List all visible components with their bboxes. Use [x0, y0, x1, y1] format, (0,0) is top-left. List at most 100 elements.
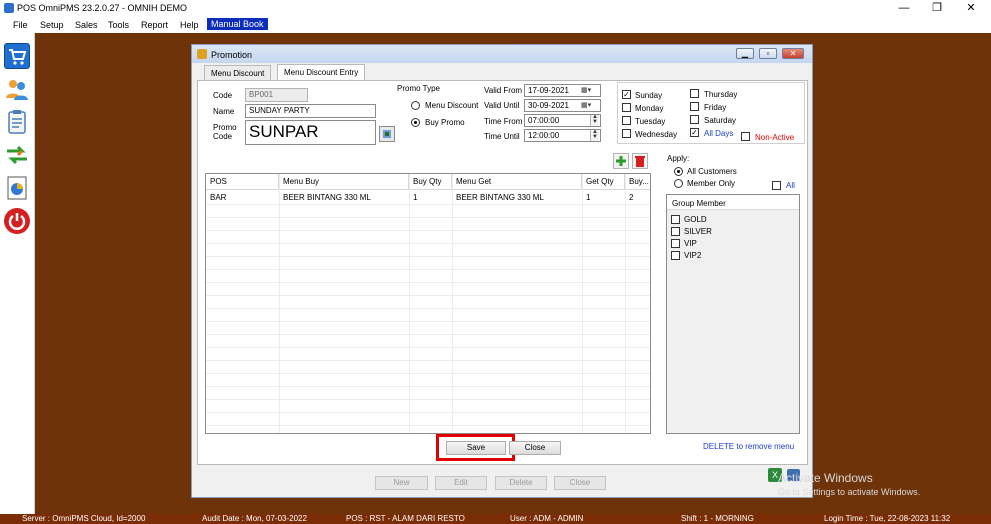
tuesday-checkbox[interactable] — [622, 116, 631, 125]
edit-button[interactable]: Edit — [435, 476, 487, 490]
cart-icon[interactable] — [4, 43, 30, 69]
menu-manual-book[interactable]: Manual Book — [207, 18, 268, 30]
tab-menu-discount[interactable]: Menu Discount — [204, 65, 272, 80]
menu-help[interactable]: Help — [180, 19, 199, 31]
group-silver-label[interactable]: SILVER — [684, 227, 712, 236]
friday-label[interactable]: Friday — [704, 103, 726, 112]
delete-button[interactable]: Delete — [495, 476, 547, 490]
grid-cell[interactable]: 1 — [582, 191, 594, 204]
status-shift: Shift : 1 - MORNING — [681, 514, 754, 523]
non-active-checkbox[interactable] — [741, 132, 750, 141]
col-header-pos[interactable]: POS — [206, 174, 279, 190]
transfer-arrows-icon[interactable] — [4, 142, 30, 168]
grid-divider — [206, 399, 650, 400]
grid-divider — [206, 217, 650, 218]
wednesday-checkbox[interactable] — [622, 129, 631, 138]
grid-cell[interactable]: BAR — [206, 191, 230, 204]
col-header-buy-qty[interactable]: Buy Qty — [409, 174, 452, 190]
grid-cell[interactable]: 1 — [409, 191, 421, 204]
time-from-spinner[interactable]: ▲ ▼ — [590, 114, 599, 126]
group-silver-checkbox[interactable] — [671, 227, 680, 236]
group-gold-checkbox[interactable] — [671, 215, 680, 224]
close-dialog-button[interactable]: Close — [554, 476, 606, 490]
group-vip2-label[interactable]: VIP2 — [684, 251, 701, 260]
promo-type-menu-discount-radio[interactable] — [411, 101, 420, 110]
group-gold-label[interactable]: GOLD — [684, 215, 707, 224]
dialog-maximize-button[interactable]: ▫ — [759, 48, 777, 59]
promo-type-buy-promo-label[interactable]: Buy Promo — [425, 118, 465, 127]
group-vip2-checkbox[interactable] — [671, 251, 680, 260]
power-icon[interactable] — [4, 208, 30, 234]
name-field[interactable]: SUNDAY PARTY — [245, 104, 376, 118]
promo-code-field[interactable]: SUNPAR — [245, 120, 376, 145]
menu-sales[interactable]: Sales — [75, 19, 98, 31]
friday-checkbox[interactable] — [690, 102, 699, 111]
dialog-minimize-button[interactable]: ▁ — [736, 48, 754, 59]
apply-all-customers-radio[interactable] — [674, 167, 683, 176]
menu-file[interactable]: File — [13, 19, 28, 31]
report-chart-icon[interactable] — [4, 175, 30, 201]
apply-member-only-label[interactable]: Member Only — [687, 179, 735, 188]
col-header-get-qty[interactable]: Get Qty — [582, 174, 625, 190]
all-days-label[interactable]: All Days — [704, 129, 733, 138]
menu-tools[interactable]: Tools — [108, 19, 129, 31]
group-vip-label[interactable]: VIP — [684, 239, 697, 248]
grid-cell[interactable]: BEER BINTANG 330 ML — [452, 191, 548, 204]
grid-divider — [206, 386, 650, 387]
time-until-spinner[interactable]: ▲ ▼ — [590, 129, 599, 141]
tuesday-label[interactable]: Tuesday — [635, 117, 665, 126]
add-row-icon[interactable] — [613, 153, 629, 169]
close-window-button[interactable]: ✕ — [955, 0, 987, 17]
save-button[interactable]: Save — [446, 441, 506, 455]
dialog-close-button[interactable]: ✕ — [782, 48, 804, 59]
col-header-menu-get[interactable]: Menu Get — [452, 174, 582, 190]
valid-from-calendar-icon[interactable]: ▦▾ — [581, 86, 598, 95]
col-header-buy-more[interactable]: Buy... — [625, 174, 650, 190]
wednesday-label[interactable]: Wednesday — [635, 130, 677, 139]
menu-report[interactable]: Report — [141, 19, 168, 31]
dialog-title: Promotion — [211, 50, 253, 60]
grid-divider — [206, 334, 650, 335]
watermark-line-1: Activate Windows — [778, 471, 873, 485]
users-icon[interactable] — [4, 76, 30, 102]
thursday-label[interactable]: Thursday — [704, 90, 737, 99]
col-header-menu-buy[interactable]: Menu Buy — [279, 174, 409, 190]
group-vip-checkbox[interactable] — [671, 239, 680, 248]
apply-all-customers-label[interactable]: All Customers — [687, 167, 737, 176]
close-entry-button[interactable]: Close — [509, 441, 561, 455]
grid-cell[interactable]: BEER BINTANG 330 ML — [279, 191, 375, 204]
promo-type-menu-discount-label[interactable]: Menu Discount — [425, 101, 478, 110]
clipboard-icon[interactable] — [4, 109, 30, 135]
valid-until-calendar-icon[interactable]: ▦▾ — [581, 101, 598, 110]
tab-menu-discount-entry[interactable]: Menu Discount Entry — [277, 64, 366, 81]
all-groups-label[interactable]: All — [786, 181, 795, 190]
apply-label: Apply: — [667, 154, 690, 163]
restore-button[interactable]: ❐ — [921, 0, 953, 17]
sunday-checkbox[interactable]: ✓ — [622, 90, 631, 99]
menu-grid[interactable]: POS Menu Buy Buy Qty Menu Get Get Qty Bu… — [205, 173, 651, 434]
promo-type-buy-promo-radio[interactable] — [411, 118, 420, 127]
status-audit-date: Audit Date : Mon, 07-03-2022 — [202, 514, 307, 523]
grid-divider — [206, 373, 650, 374]
status-server: Server : OmniPMS Cloud, Id=2000 — [22, 514, 146, 523]
code-field[interactable]: BP001 — [245, 88, 308, 102]
sunday-label[interactable]: Sunday — [635, 91, 662, 100]
non-active-label[interactable]: Non-Active — [755, 133, 794, 142]
menu-setup[interactable]: Setup — [40, 19, 64, 31]
all-days-checkbox[interactable]: ✓ — [690, 128, 699, 137]
group-member-list[interactable]: Group Member GOLD SILVER VIP VIP2 — [666, 194, 800, 434]
time-from-label: Time From — [484, 117, 523, 126]
saturday-label[interactable]: Saturday — [704, 116, 736, 125]
new-button[interactable]: New — [375, 476, 428, 490]
grid-cell[interactable]: 2 — [625, 191, 637, 204]
apply-member-only-radio[interactable] — [674, 179, 683, 188]
promo-code-lookup-icon[interactable] — [379, 126, 395, 142]
thursday-checkbox[interactable] — [690, 89, 699, 98]
time-until-label: Time Until — [484, 132, 520, 141]
monday-label[interactable]: Monday — [635, 104, 663, 113]
monday-checkbox[interactable] — [622, 103, 631, 112]
saturday-checkbox[interactable] — [690, 115, 699, 124]
all-groups-checkbox[interactable] — [772, 181, 781, 190]
delete-row-icon[interactable] — [632, 153, 648, 169]
minimize-button[interactable]: — — [888, 0, 920, 17]
